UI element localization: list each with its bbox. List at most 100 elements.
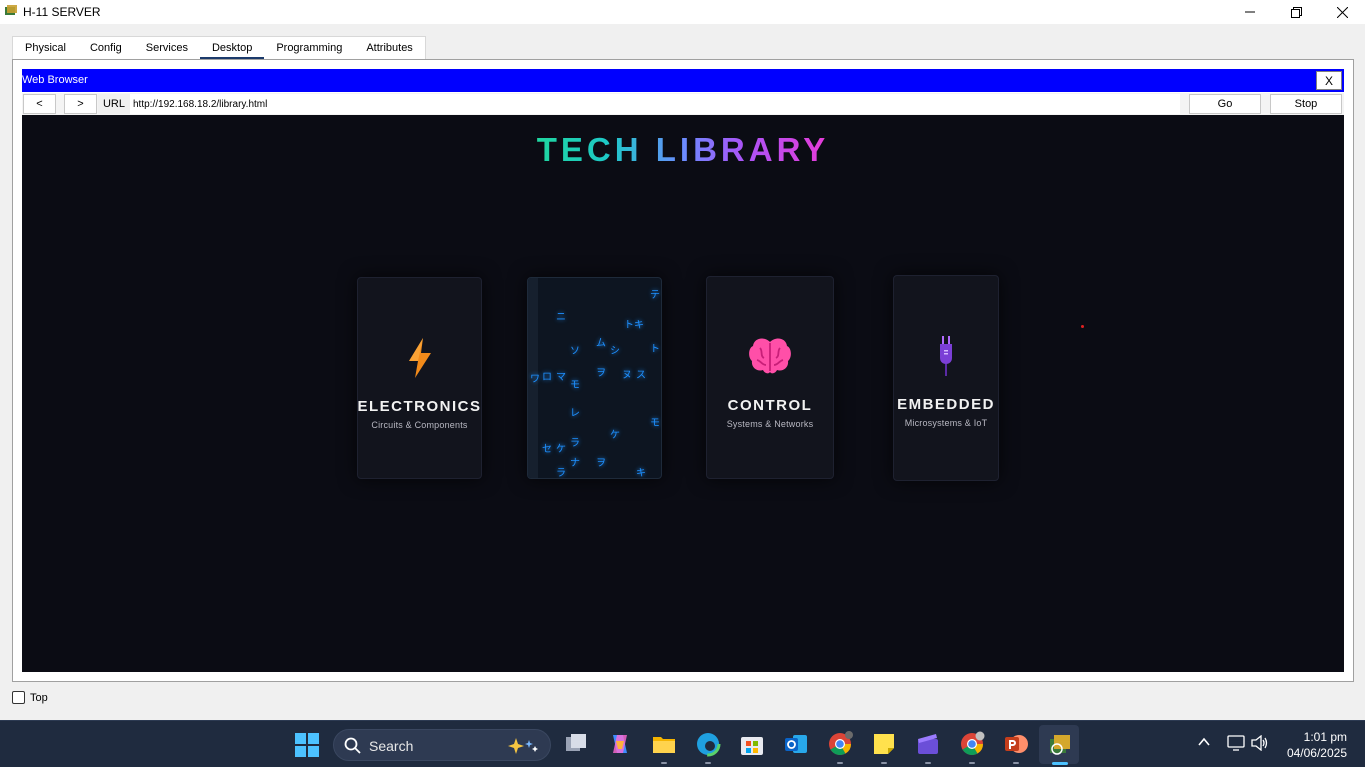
running-indicator — [705, 762, 711, 764]
minimize-icon — [1245, 11, 1255, 13]
web-browser-titlebar: Web Browser X — [22, 69, 1344, 92]
card-embedded[interactable]: EMBEDDED Microsystems & IoT — [893, 275, 999, 481]
window-title: H-11 SERVER — [23, 5, 101, 19]
card-title: EMBEDDED — [897, 396, 995, 413]
matrix-glyph: ケ — [610, 430, 620, 441]
file-explorer-icon[interactable] — [651, 731, 677, 757]
card-title: CONTROL — [727, 397, 813, 414]
matrix-glyph: ト — [650, 344, 660, 355]
running-indicator — [969, 762, 975, 764]
edge-icon[interactable] — [695, 731, 721, 757]
matrix-glyph: ム — [596, 338, 606, 349]
card-subtitle: Circuits & Components — [371, 420, 468, 430]
card-matrix[interactable]: テ ニ トキ ム ソ シ ト ワ ロ マ ヲ ヌ ス モ レ ケ モ セ ケ ラ… — [527, 277, 662, 479]
tab-config[interactable]: Config — [78, 37, 134, 59]
page-title-text: TECH LIBRARY — [536, 131, 830, 168]
matrix-glyph: ラ — [570, 438, 580, 449]
window-titlebar: H-11 SERVER — [0, 0, 1365, 24]
clock-date[interactable]: 04/06/2025 — [1281, 746, 1347, 760]
matrix-glyph: モ — [650, 418, 660, 429]
tab-programming[interactable]: Programming — [264, 37, 354, 59]
running-indicator — [881, 762, 887, 764]
matrix-glyph: トキ — [624, 320, 644, 331]
matrix-glyph: キ — [636, 468, 646, 479]
web-browser-title: Web Browser — [22, 74, 88, 86]
microsoft-store-icon[interactable] — [739, 731, 765, 757]
chevron-up-icon[interactable] — [1197, 735, 1211, 749]
top-checkbox[interactable] — [12, 691, 25, 704]
windows-start-icon[interactable] — [295, 733, 319, 757]
chrome-icon[interactable] — [827, 731, 853, 757]
matrix-glyph: ソ — [570, 346, 580, 357]
top-checkbox-label: Top — [30, 692, 48, 704]
tab-physical[interactable]: Physical — [13, 37, 78, 59]
matrix-glyph: ラ — [556, 468, 566, 479]
running-indicator — [1013, 762, 1019, 764]
web-page-content: TECH LIBRARY ELECTRONICS Circuits & Comp… — [22, 115, 1344, 672]
card-subtitle: Systems & Networks — [726, 419, 814, 429]
taskbar: Search 1:01 pm 04/06/2025 — [0, 720, 1365, 767]
stop-button[interactable]: Stop — [1270, 94, 1342, 114]
forward-button[interactable]: > — [64, 94, 97, 114]
matrix-glyph: ヲ — [596, 458, 606, 469]
sticky-notes-icon[interactable] — [871, 731, 897, 757]
page-title: TECH LIBRARY — [22, 131, 1344, 169]
minimize-button[interactable] — [1227, 0, 1273, 24]
clipchamp-icon[interactable] — [915, 731, 941, 757]
tab-attributes[interactable]: Attributes — [354, 37, 424, 59]
outlook-icon[interactable] — [783, 731, 809, 757]
copilot-icon[interactable] — [607, 731, 633, 757]
running-indicator — [925, 762, 931, 764]
card-title: ELECTRONICS — [357, 398, 482, 415]
cursor-dot — [1081, 325, 1084, 328]
task-view-icon[interactable] — [563, 731, 589, 757]
matrix-glyph: マ — [556, 372, 566, 383]
matrix-glyph: ケ — [556, 444, 566, 455]
card-subtitle: Microsystems & IoT — [904, 418, 988, 428]
running-indicator — [837, 762, 843, 764]
url-label: URL — [98, 94, 130, 114]
matrix-glyph: セ — [542, 444, 552, 455]
search-icon — [344, 737, 361, 754]
matrix-glyph: シ — [610, 346, 620, 357]
chrome-profile-icon[interactable] — [959, 731, 985, 757]
search-placeholder: Search — [369, 738, 414, 754]
copilot-sparkle-icon — [508, 738, 538, 754]
matrix-glyph: ニ — [556, 312, 566, 323]
restore-icon — [1290, 6, 1302, 18]
tab-desktop[interactable]: Desktop — [199, 37, 265, 60]
matrix-glyph: ロ — [542, 372, 552, 383]
taskbar-search[interactable]: Search — [333, 729, 551, 761]
clock-time[interactable]: 1:01 pm — [1291, 730, 1347, 744]
packet-tracer-icon — [5, 5, 17, 15]
matrix-glyph: ス — [636, 370, 646, 381]
packet-tracer-taskbar-icon[interactable] — [1047, 731, 1073, 757]
matrix-glyph: ヌ — [622, 370, 632, 381]
volume-icon[interactable] — [1251, 735, 1269, 751]
restore-button[interactable] — [1273, 0, 1319, 24]
brain-icon — [748, 335, 792, 379]
matrix-glyph: レ — [570, 408, 580, 419]
device-tabs: Physical Config Services Desktop Program… — [12, 36, 426, 60]
close-icon — [1336, 6, 1348, 18]
card-control[interactable]: CONTROL Systems & Networks — [706, 276, 834, 479]
matrix-glyph: ナ — [570, 458, 580, 469]
url-input[interactable] — [130, 94, 1180, 114]
matrix-glyph: モ — [570, 380, 580, 391]
powerpoint-icon[interactable] — [1003, 731, 1029, 757]
network-icon[interactable] — [1227, 735, 1245, 751]
matrix-glyph: ヲ — [596, 368, 606, 379]
tab-services[interactable]: Services — [134, 37, 200, 59]
back-button[interactable]: < — [23, 94, 56, 114]
plug-icon — [936, 334, 956, 378]
url-bar: < > URL Go Stop — [22, 93, 1344, 115]
lightning-icon — [407, 336, 433, 380]
running-indicator — [661, 762, 667, 764]
card-electronics[interactable]: ELECTRONICS Circuits & Components — [357, 277, 482, 479]
matrix-glyph: ワ — [530, 374, 540, 385]
web-browser-close-button[interactable]: X — [1316, 71, 1342, 90]
go-button[interactable]: Go — [1189, 94, 1261, 114]
close-window-button[interactable] — [1319, 0, 1365, 24]
matrix-glyph: テ — [650, 290, 660, 301]
active-indicator — [1052, 762, 1068, 765]
